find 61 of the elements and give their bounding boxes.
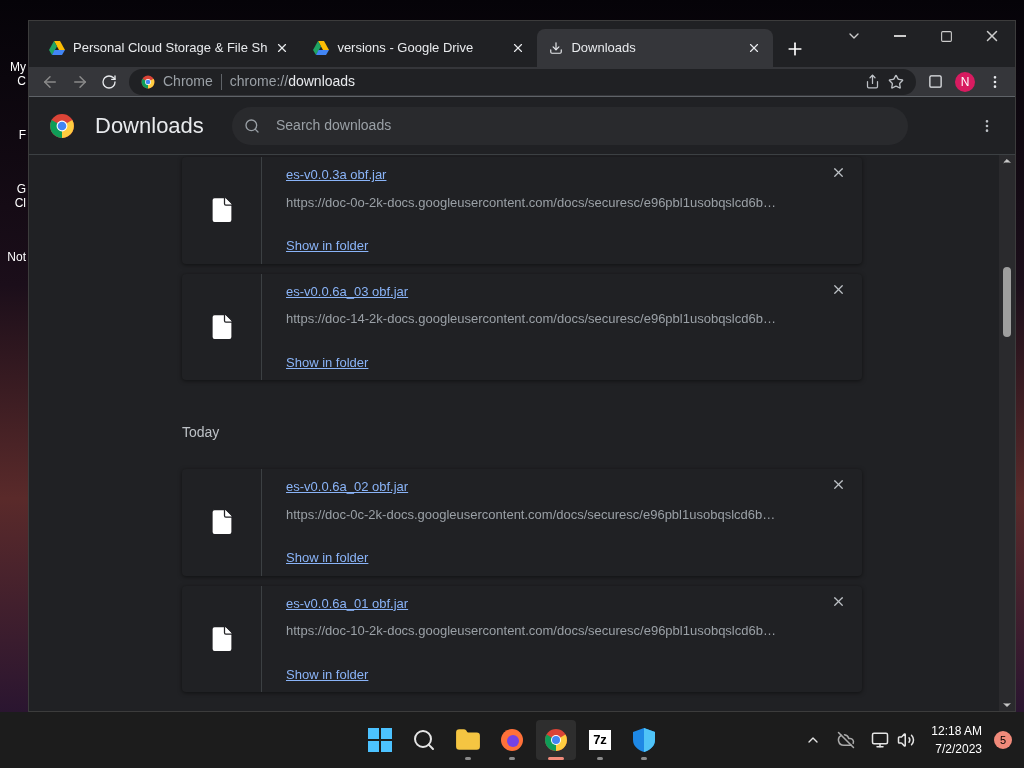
file-name-link[interactable]: es-v0.0.6a_02 obf.jar xyxy=(286,477,409,497)
chrome-logo-icon xyxy=(544,728,568,752)
search-icon xyxy=(412,728,436,752)
search-input[interactable]: Search downloads xyxy=(276,115,896,136)
file-url: https://doc-14-2k-docs.googleusercontent.com/docs/securesc/e96pbl1usobqslcd6b… xyxy=(286,310,777,328)
shield-icon xyxy=(633,728,655,752)
show-in-folder-link[interactable]: Show in folder xyxy=(286,548,369,568)
browser-tab[interactable]: versions - Google Drive xyxy=(301,29,538,67)
tab-title: Downloads xyxy=(571,39,637,58)
drive-icon xyxy=(313,41,330,55)
chrome-logo-icon xyxy=(49,112,75,139)
file-name-link[interactable]: es-v0.0.3a obf.jar xyxy=(286,165,387,185)
windows-logo-icon xyxy=(368,728,392,752)
network-icon[interactable] xyxy=(871,731,890,749)
file-url: https://doc-0c-2k-docs.googleusercontent.com/docs/securesc/e96pbl1usobqslcd6b… xyxy=(286,505,777,524)
fox-globe-icon xyxy=(500,728,524,752)
browser-tab[interactable]: Personal Cloud Storage & File Sh xyxy=(37,29,302,67)
desktop-icon-label[interactable]: G Cl xyxy=(0,182,28,210)
profile-avatar[interactable]: N xyxy=(955,71,975,92)
download-icon xyxy=(549,41,564,55)
bookmark-star-icon[interactable] xyxy=(888,73,904,90)
scrollbar-thumb[interactable] xyxy=(1003,267,1011,337)
page-title: Downloads xyxy=(95,112,205,140)
scrollbar[interactable] xyxy=(999,155,1015,711)
folder-icon xyxy=(455,727,481,753)
notification-badge[interactable]: 5 xyxy=(994,731,1012,749)
show-in-folder-link[interactable]: Show in folder xyxy=(286,352,369,372)
clock-time[interactable]: 12:18 AM xyxy=(931,722,982,740)
file-name-link[interactable]: es-v0.0.6a_03 obf.jar xyxy=(286,281,409,301)
taskbar-app[interactable] xyxy=(536,720,576,760)
desktop-icon-label[interactable]: F xyxy=(0,128,28,142)
side-panel-icon[interactable] xyxy=(928,74,943,89)
maximize-icon xyxy=(939,29,953,43)
search-field[interactable]: Search downloads xyxy=(232,106,908,145)
volume-icon[interactable] xyxy=(897,731,916,749)
tab-title: versions - Google Drive xyxy=(337,39,475,58)
cloud-off-icon[interactable] xyxy=(837,731,856,749)
url-text: chrome://downloads xyxy=(229,72,356,91)
archive-app-icon: 7z xyxy=(589,730,611,750)
remove-button[interactable] xyxy=(831,477,846,492)
date-heading: Today xyxy=(182,423,221,442)
chrome-logo-icon xyxy=(141,74,155,89)
tab-title: Personal Cloud Storage & File Sh xyxy=(73,39,268,58)
search-icon xyxy=(244,117,260,134)
address-bar[interactable]: Chrome chrome://downloads xyxy=(129,68,916,95)
drive-icon xyxy=(49,41,65,55)
taskbar-app[interactable]: 7z xyxy=(580,720,620,760)
file-name-link[interactable]: es-v0.0.6a_01 obf.jar xyxy=(286,593,409,613)
show-in-folder-link[interactable]: Show in folder xyxy=(286,664,369,684)
share-icon[interactable] xyxy=(865,74,880,89)
remove-button[interactable] xyxy=(831,165,846,180)
site-label: Chrome xyxy=(163,72,213,91)
minimize-icon xyxy=(894,35,906,37)
desktop-icon-label[interactable]: My C xyxy=(0,60,28,88)
browser-tab[interactable]: Downloads xyxy=(537,29,774,67)
reload-icon[interactable] xyxy=(101,73,117,90)
show-in-folder-link[interactable]: Show in folder xyxy=(286,236,369,256)
file-url: https://doc-10-2k-docs.googleusercontent.com/docs/securesc/e96pbl1usobqslcd6b… xyxy=(286,622,777,640)
file-url: https://doc-0o-2k-docs.googleusercontent.com/docs/securesc/e96pbl1usobqslcd6b… xyxy=(286,193,777,212)
clock-date[interactable]: 7/2/2023 xyxy=(935,740,982,758)
desktop-icon-label[interactable]: Not xyxy=(0,250,28,264)
